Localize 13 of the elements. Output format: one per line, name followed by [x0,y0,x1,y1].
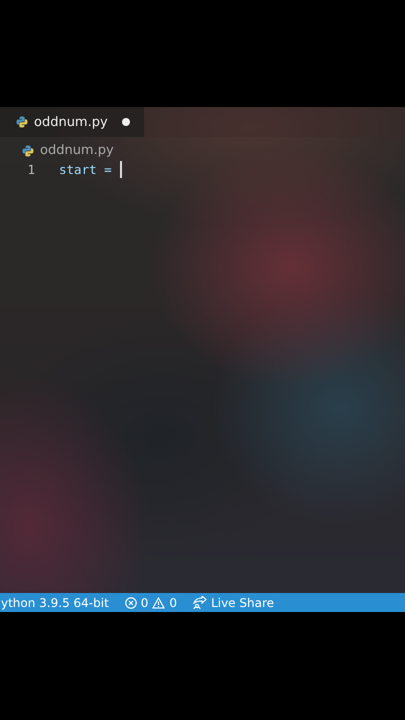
code-text: start = [59,162,112,176]
error-icon [124,596,137,608]
live-share-icon [193,596,208,609]
live-share-button[interactable]: Live Share [185,593,282,612]
problems-status[interactable]: 0 0 [116,593,186,612]
interpreter-status[interactable]: ython 3.9.5 64-bit [0,593,117,612]
line-number: 1 [26,162,36,176]
python-icon [22,144,34,156]
text-cursor [120,160,122,178]
warning-icon [152,596,166,608]
file-tab[interactable]: oddnum.py [0,107,144,137]
python-icon [16,116,28,128]
breadcrumb-label[interactable]: oddnum.py [40,143,114,158]
